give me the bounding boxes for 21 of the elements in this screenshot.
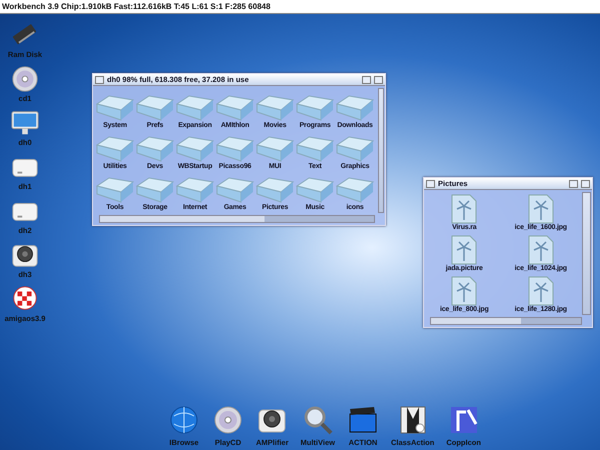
image-file-icon[interactable] — [450, 235, 478, 265]
image-file-icon[interactable] — [450, 194, 478, 224]
vertical-scrollbar[interactable] — [582, 192, 591, 315]
horizontal-scrollbar[interactable] — [99, 215, 375, 223]
vertical-scrollbar[interactable] — [378, 88, 384, 213]
globe-icon[interactable] — [168, 404, 200, 436]
depth-gadget[interactable] — [581, 180, 590, 188]
close-gadget[interactable] — [95, 76, 104, 84]
depth-gadget[interactable] — [374, 76, 383, 84]
image-file-icon[interactable] — [450, 276, 478, 306]
zoom-gadget[interactable] — [569, 180, 578, 188]
disc-icon[interactable] — [10, 64, 40, 94]
image-file-icon[interactable] — [526, 194, 555, 224]
horizontal-scrollbar[interactable] — [430, 317, 582, 325]
close-gadget[interactable] — [426, 180, 435, 188]
image-file-icon[interactable] — [526, 235, 555, 265]
screen-title: Workbench 3.9 Chip:1.910kB Fast:112.616kB T:45 L:61 S:1 F:285 60848 — [2, 2, 270, 11]
magnifier-icon[interactable] — [302, 404, 334, 436]
image-file-icon[interactable] — [526, 276, 555, 306]
disc-icon[interactable] — [212, 404, 244, 436]
zoom-gadget[interactable] — [362, 76, 371, 84]
